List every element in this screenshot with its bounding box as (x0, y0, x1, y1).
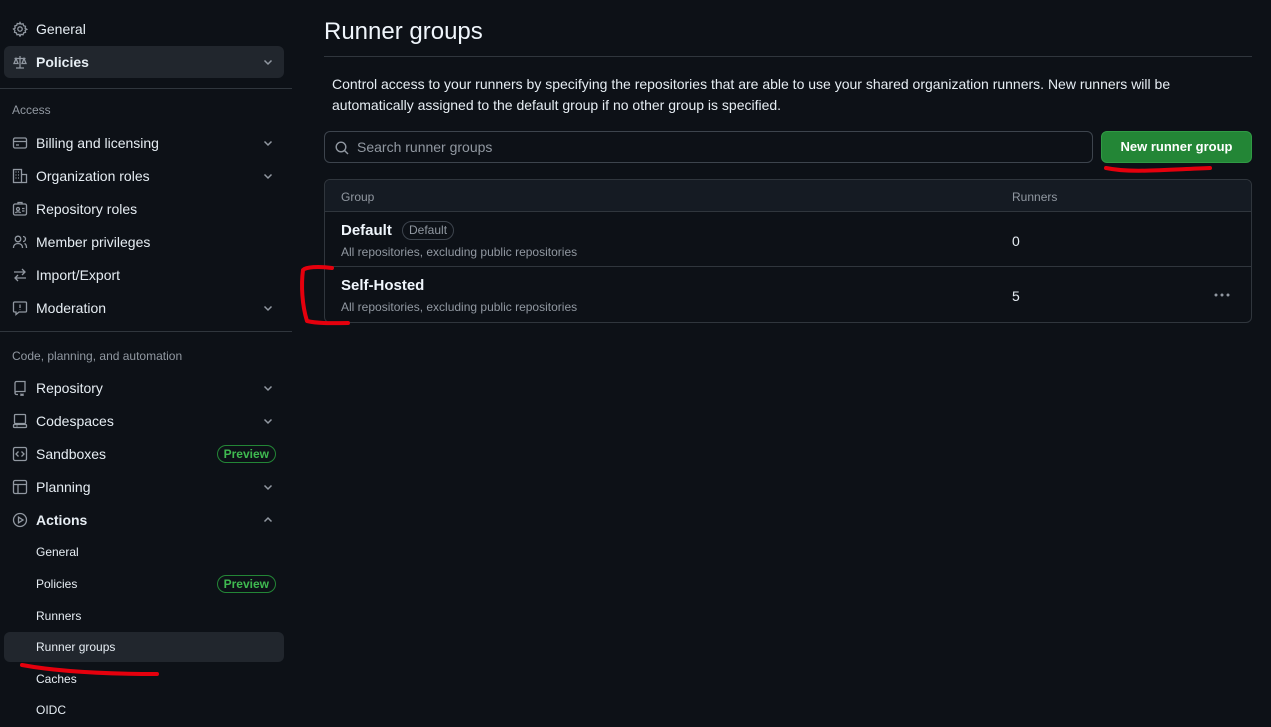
sidebar-item-label: Organization roles (36, 168, 150, 184)
organization-icon (12, 168, 28, 184)
sidebar-subitem-runner-groups[interactable]: Runner groups (4, 632, 284, 662)
id-badge-icon (12, 201, 28, 217)
sidebar-item-label: Member privileges (36, 234, 151, 250)
sidebar-divider (0, 88, 292, 89)
sidebar-subitem-runners[interactable]: Runners (4, 601, 284, 631)
new-runner-group-button[interactable]: New runner group (1101, 131, 1252, 163)
group-access-text: All repositories, excluding public repos… (341, 300, 578, 314)
chevron-up-icon (262, 514, 274, 526)
search-icon (334, 140, 350, 156)
page-title: Runner groups (324, 18, 483, 45)
sidebar-item-import-export[interactable]: Import/Export (4, 259, 284, 291)
table-row[interactable]: Default Default All repositories, exclud… (325, 212, 1251, 267)
law-icon (12, 54, 28, 70)
section-heading-code: Code, planning, and automation (12, 349, 183, 363)
sidebar-divider (0, 331, 292, 332)
sidebar-item-planning[interactable]: Planning (4, 471, 284, 503)
sidebar-item-label: Billing and licensing (36, 135, 159, 151)
sidebar-item-label: Import/Export (36, 267, 121, 283)
sidebar-item-repository-roles[interactable]: Repository roles (4, 193, 284, 225)
column-header-runners: Runners (1012, 190, 1058, 204)
underline-new-runner-group (1104, 166, 1212, 173)
section-heading-access: Access (12, 103, 51, 117)
runner-count: 0 (1012, 233, 1020, 249)
chevron-down-icon (262, 382, 274, 394)
sidebar-item-actions[interactable]: Actions (4, 504, 284, 536)
table-header: Group Runners (325, 180, 1251, 212)
sidebar-item-label: Actions (36, 512, 88, 528)
sidebar-item-label: General (36, 21, 86, 37)
page-description: Control access to your runners by specif… (332, 76, 1171, 113)
sidebar-item-sandboxes[interactable]: Sandboxes Preview (4, 438, 284, 470)
sidebar-subitem-label: Runner groups (36, 640, 116, 654)
sidebar-item-general[interactable]: General (4, 13, 284, 45)
sidebar-item-codespaces[interactable]: Codespaces (4, 405, 284, 437)
sidebar-item-organization-roles[interactable]: Organization roles (4, 160, 284, 192)
code-square-icon (12, 446, 28, 462)
sidebar-item-label: Sandboxes (36, 446, 107, 462)
sidebar-item-billing[interactable]: Billing and licensing (4, 127, 284, 159)
sidebar-subitem-label: OIDC (36, 703, 66, 717)
group-name-link[interactable]: Default (341, 222, 392, 239)
runner-groups-table: Group Runners Default Default All reposi… (324, 179, 1252, 323)
arrow-switch-icon (12, 267, 28, 283)
table-row[interactable]: Self-Hosted All repositories, excluding … (325, 267, 1251, 322)
sidebar-item-moderation[interactable]: Moderation (4, 292, 284, 324)
sidebar-item-label: Codespaces (36, 413, 114, 429)
group-name-link[interactable]: Self-Hosted (341, 277, 424, 294)
sidebar-item-member-privileges[interactable]: Member privileges (4, 226, 284, 258)
gear-icon (12, 21, 28, 37)
play-icon (12, 512, 28, 528)
sidebar-item-label: Planning (36, 479, 91, 495)
sidebar-subitem-label: Runners (36, 609, 82, 623)
repo-icon (12, 380, 28, 396)
search-box (324, 131, 1093, 163)
sidebar-subitem-general[interactable]: General (4, 537, 284, 567)
chevron-down-icon (262, 170, 274, 182)
chevron-down-icon (262, 415, 274, 427)
person-icon (12, 234, 28, 250)
report-icon (12, 300, 28, 316)
sidebar-item-label: Repository (36, 380, 103, 396)
chevron-down-icon (262, 481, 274, 493)
codespaces-icon (12, 413, 28, 429)
title-divider (324, 56, 1252, 57)
sidebar-item-label: Policies (36, 54, 89, 70)
sidebar-subitem-caches[interactable]: Caches (4, 664, 284, 694)
column-header-group: Group (341, 190, 375, 204)
group-access-text: All repositories, excluding public repos… (341, 245, 578, 259)
sidebar-subitem-label: General (36, 545, 79, 559)
credit-card-icon (12, 135, 28, 151)
sidebar-subitem-label: Caches (36, 672, 77, 686)
sidebar-subitem-oidc[interactable]: OIDC (4, 695, 284, 725)
table-icon (12, 479, 28, 495)
settings-sidebar: General Policies Access Billing and lice… (0, 0, 292, 727)
chevron-down-icon (262, 56, 274, 68)
sidebar-item-repository[interactable]: Repository (4, 372, 284, 404)
sidebar-subitem-label: Policies (36, 577, 78, 591)
search-input[interactable] (357, 132, 1077, 162)
sidebar-item-policies[interactable]: Policies (4, 46, 284, 78)
preview-badge: Preview (216, 575, 276, 593)
sidebar-subitem-policies[interactable]: Policies Preview (4, 569, 284, 599)
preview-badge: Preview (216, 445, 276, 463)
runner-count: 5 (1012, 288, 1020, 304)
chevron-down-icon (262, 137, 274, 149)
sidebar-item-label: Repository roles (36, 201, 138, 217)
sidebar-item-label: Moderation (36, 300, 107, 316)
chevron-down-icon (262, 302, 274, 314)
default-badge: Default (402, 221, 455, 240)
kebab-menu-icon[interactable] (1211, 284, 1233, 306)
